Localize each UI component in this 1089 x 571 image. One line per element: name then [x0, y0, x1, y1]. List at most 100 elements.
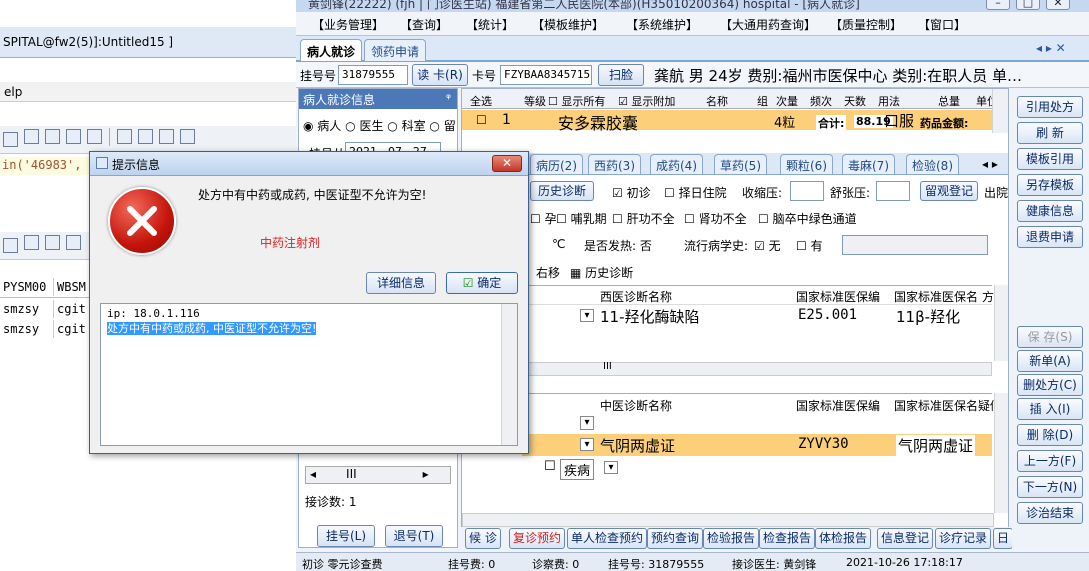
radio-dept[interactable]: ○ 科室	[387, 119, 425, 133]
info-register-button[interactable]: 信息登记	[877, 528, 934, 549]
appointment-query-button[interactable]: 预约查询	[647, 528, 704, 549]
first-visit-checkbox[interactable]: ☑ 初诊	[612, 184, 651, 201]
single-exam-appointment-button[interactable]: 单人检查预约	[567, 528, 648, 549]
west-diag-scrollbar[interactable]	[994, 285, 1008, 361]
new-order-button[interactable]: 新单(A)	[1017, 350, 1083, 372]
nnd-icon[interactable]	[66, 235, 81, 250]
register-button[interactable]: 挂号(L)	[317, 525, 375, 547]
delete-button[interactable]: 删 除(D)	[1017, 424, 1083, 446]
rx-scrollbar[interactable]	[992, 89, 1008, 133]
finish-treatment-button[interactable]: 诊治结束	[1017, 502, 1083, 524]
table-row[interactable]: ☐ 1 安多霖胶囊 4粒 合计: 88.19 口服 药品金额:	[462, 110, 994, 133]
ok-button[interactable]: ☑ 确定	[446, 272, 518, 294]
sub-tab-nav-icon[interactable]: ◂ ▸	[982, 157, 998, 171]
tab-patient-visit[interactable]: 病人就诊	[300, 39, 363, 61]
right-move-button[interactable]: 右移	[536, 264, 560, 281]
reg-no-input[interactable]: 31879555	[338, 65, 408, 85]
next-prescription-button[interactable]: 下一方(N)	[1017, 476, 1083, 498]
minimize-icon[interactable]: –	[986, 0, 1010, 10]
dropdown-arrow-icon[interactable]: ▾	[580, 309, 594, 322]
history-diagnosis-button[interactable]: 历史诊断	[530, 181, 594, 201]
bookmark-icon[interactable]	[66, 129, 81, 144]
waiting-button[interactable]: 候 诊	[465, 528, 501, 549]
show-all-checkbox[interactable]: ☐ 显示所有	[548, 93, 605, 109]
table-row[interactable]: ▾ 11-羟化酶缺陷 E25.001 11β-羟化	[522, 304, 992, 326]
radio-doctor[interactable]: ○ 医生	[345, 119, 383, 133]
prev-prescription-button[interactable]: 上一方(F)	[1017, 450, 1083, 472]
exam-report-button[interactable]: 检查报告	[759, 528, 816, 549]
select-all[interactable]: 全选	[470, 93, 492, 109]
liver-checkbox[interactable]: ☐ 肝功不全	[612, 210, 675, 227]
observation-register-button[interactable]: 留观登记	[920, 181, 978, 201]
d-icon[interactable]	[24, 235, 39, 250]
radio-patient[interactable]: ◉ 病人	[303, 119, 341, 133]
epi-yes-checkbox[interactable]: ☐ 有	[796, 237, 823, 254]
close-icon[interactable]: ✕	[492, 155, 522, 172]
tcm-diag-scrollbar[interactable]	[994, 393, 1008, 513]
first-record-icon[interactable]	[117, 129, 132, 144]
save-button[interactable]: 保 存(S)	[1017, 326, 1083, 348]
tab-lab[interactable]: 检验(8)	[906, 154, 959, 174]
dropdown-arrow-icon[interactable]: ▾	[580, 438, 594, 451]
menu-business[interactable]: 【业务管理】	[312, 16, 384, 33]
diastolic-input[interactable]	[876, 181, 910, 201]
kidney-checkbox[interactable]: ☐ 肾功不全	[684, 210, 747, 227]
menu-template[interactable]: 【模板维护】	[532, 16, 604, 33]
compare-icon[interactable]	[45, 129, 60, 144]
table-row[interactable]: ☐ 疾病 ▾	[522, 458, 992, 480]
n-icon[interactable]	[45, 235, 60, 250]
radio-stay[interactable]: ○ 留	[429, 119, 455, 133]
prev-record-icon[interactable]	[138, 129, 153, 144]
pin-icon[interactable]: ᵠ	[446, 91, 451, 105]
table-icon[interactable]	[87, 129, 102, 144]
details-button[interactable]: 详细信息	[366, 272, 436, 294]
history-diag-button[interactable]: ▦ 历史诊断	[570, 264, 633, 281]
maximize-icon[interactable]: □	[1016, 0, 1040, 10]
ampersand-icon[interactable]	[24, 129, 39, 144]
dialog-title-bar[interactable]: 提示信息 ✕	[90, 152, 528, 176]
horizontal-scrollbar[interactable]: III	[522, 361, 992, 376]
tab-narcotic[interactable]: 毒麻(7)	[842, 154, 895, 174]
systolic-input[interactable]	[790, 181, 824, 201]
close-icon[interactable]: ✕	[1046, 0, 1070, 10]
menu-query[interactable]: 【查询】	[400, 16, 448, 33]
show-extra-checkbox[interactable]: ☑ 显示附加	[618, 93, 675, 109]
refresh-button[interactable]: 刷 新	[1017, 122, 1083, 144]
revisit-appointment-button[interactable]: 复诊预约	[509, 528, 566, 549]
treatment-record-button[interactable]: 诊疗记录	[935, 528, 992, 549]
scan-face-button[interactable]: 扫脸	[598, 64, 644, 86]
next-record-icon[interactable]	[159, 129, 174, 144]
dropdown-arrow-icon[interactable]: ▾	[604, 461, 618, 474]
table-row[interactable]: ▾ 气阴两虚证 ZYVY30 气阴两虚证	[522, 434, 992, 456]
schedule-admission-checkbox[interactable]: ☐ 择日住院	[664, 184, 727, 201]
epi-none-checkbox[interactable]: ☑ 无	[754, 237, 781, 254]
physical-report-button[interactable]: 体检报告	[815, 528, 872, 549]
menu-quality[interactable]: 【质量控制】	[830, 16, 902, 33]
horizontal-scrollbar[interactable]: ◂ III ▸	[305, 466, 451, 484]
cite-prescription-button[interactable]: 引用处方	[1017, 96, 1083, 118]
delete-prescription-button[interactable]: 删处方(C)	[1017, 374, 1083, 396]
lab-report-button[interactable]: 检验报告	[703, 528, 760, 549]
return-button[interactable]: 退号(T)	[385, 525, 443, 547]
save-template-button[interactable]: 另存模板	[1017, 174, 1083, 196]
horizontal-scrollbar[interactable]	[462, 513, 994, 527]
lactation-checkbox[interactable]: ☐ 哺乳期	[556, 210, 607, 227]
last-record-icon[interactable]	[180, 129, 195, 144]
epi-detail-input[interactable]	[842, 235, 988, 255]
menu-drug-query[interactable]: 【大通用药查询】	[720, 16, 816, 33]
dropdown-arrow-icon[interactable]: ▾	[580, 416, 594, 430]
tab-drug-request[interactable]: 领药申请	[364, 39, 427, 61]
tab-history[interactable]: 病历(2)	[530, 154, 583, 174]
menu-window[interactable]: 【窗口】	[918, 16, 966, 33]
row-checkbox[interactable]: ☐	[544, 459, 556, 474]
tab-nav-icons[interactable]: ◂ ▸ ✕	[1036, 41, 1066, 55]
stroke-checkbox[interactable]: ☐ 脑卒中绿色通道	[758, 210, 857, 227]
tab-herbal[interactable]: 草药(5)	[714, 154, 767, 174]
insert-button[interactable]: 插 入(I)	[1017, 398, 1083, 420]
grid-icon[interactable]	[3, 132, 18, 147]
template-cite-button[interactable]: 模板引用	[1017, 148, 1083, 170]
back-window-menu-help[interactable]: elp	[0, 82, 299, 102]
day-button[interactable]: 日	[993, 528, 1014, 549]
tab-granule[interactable]: 颗粒(6)	[780, 154, 833, 174]
health-info-button[interactable]: 健康信息	[1017, 200, 1083, 222]
